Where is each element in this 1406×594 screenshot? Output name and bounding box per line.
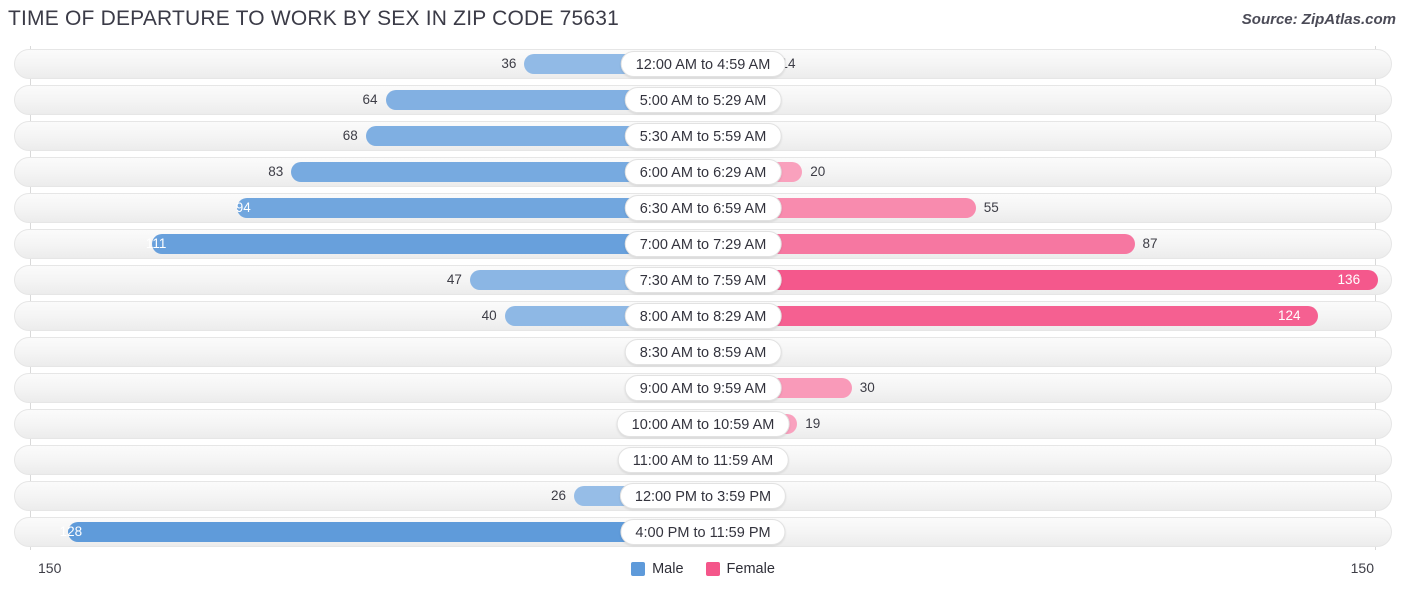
female-value-label: 136 bbox=[1337, 272, 1361, 287]
chart-row[interactable]: 6895:30 AM to 5:59 AM bbox=[0, 118, 1406, 154]
female-value-label: 87 bbox=[1142, 236, 1158, 251]
legend-label-male: Male bbox=[652, 561, 684, 577]
chart-row[interactable]: 111 87 7:00 AM to 7:29 AM bbox=[0, 226, 1406, 262]
page-title: TIME OF DEPARTURE TO WORK BY SEX IN ZIP … bbox=[8, 7, 619, 30]
female-bar[interactable] bbox=[703, 306, 1319, 326]
chart-row[interactable]: 12824:00 PM to 11:59 PM bbox=[0, 514, 1406, 550]
category-label: 12:00 PM to 3:59 PM bbox=[619, 483, 787, 509]
category-label: 12:00 AM to 4:59 AM bbox=[620, 51, 786, 77]
chart-row[interactable]: 40 124 8:00 AM to 8:29 AM bbox=[0, 298, 1406, 334]
male-value-label: 111 bbox=[145, 236, 167, 251]
chart-legend: Male Female bbox=[0, 561, 1406, 577]
male-value-label: 128 bbox=[59, 524, 83, 539]
diverging-bar-chart: 361412:00 AM to 4:59 AM6405:00 AM to 5:2… bbox=[0, 46, 1406, 550]
category-label: 7:30 AM to 7:59 AM bbox=[624, 267, 782, 293]
male-value-label: 40 bbox=[481, 308, 497, 323]
chart-row[interactable]: 6405:00 AM to 5:29 AM bbox=[0, 82, 1406, 118]
category-label: 8:30 AM to 8:59 AM bbox=[624, 339, 782, 365]
male-value-label: 68 bbox=[342, 128, 358, 143]
chart-row[interactable]: 83 20 6:00 AM to 6:29 AM bbox=[0, 154, 1406, 190]
legend-label-female: Female bbox=[726, 561, 775, 577]
male-value-label: 94 bbox=[235, 200, 251, 215]
chart-row[interactable]: 068:30 AM to 8:59 AM bbox=[0, 334, 1406, 370]
category-label: 8:00 AM to 8:29 AM bbox=[624, 303, 782, 329]
chart-row[interactable]: 01910:00 AM to 10:59 AM bbox=[0, 406, 1406, 442]
male-bar[interactable] bbox=[152, 234, 703, 254]
male-value-label: 26 bbox=[551, 488, 567, 503]
female-value-label: 20 bbox=[810, 164, 826, 179]
category-label: 5:00 AM to 5:29 AM bbox=[624, 87, 782, 113]
female-color-swatch bbox=[705, 562, 720, 576]
female-bar-container bbox=[703, 270, 1378, 290]
female-value-label: 19 bbox=[805, 416, 821, 431]
category-label: 4:00 PM to 11:59 PM bbox=[620, 519, 786, 545]
legend-item-male[interactable]: Male bbox=[631, 561, 684, 577]
female-value-label: 30 bbox=[859, 380, 875, 395]
male-bar-container bbox=[68, 522, 703, 542]
legend-item-female[interactable]: Female bbox=[705, 561, 775, 577]
category-label: 6:30 AM to 6:59 AM bbox=[624, 195, 782, 221]
chart-row[interactable]: 0011:00 AM to 11:59 AM bbox=[0, 442, 1406, 478]
category-label: 11:00 AM to 11:59 AM bbox=[617, 447, 789, 473]
chart-header: TIME OF DEPARTURE TO WORK BY SEX IN ZIP … bbox=[0, 0, 1406, 46]
female-bar[interactable] bbox=[703, 270, 1378, 290]
chart-row[interactable]: 47 136 7:30 AM to 7:59 AM bbox=[0, 262, 1406, 298]
category-label: 7:00 AM to 7:29 AM bbox=[624, 231, 782, 257]
chart-row[interactable]: 261212:00 PM to 3:59 PM bbox=[0, 478, 1406, 514]
male-bar-container bbox=[152, 234, 703, 254]
male-value-label: 83 bbox=[268, 164, 284, 179]
male-value-label: 36 bbox=[501, 56, 517, 71]
chart-row[interactable]: 36 14 12:00 AM to 4:59 AM bbox=[0, 46, 1406, 82]
category-label: 10:00 AM to 10:59 AM bbox=[616, 411, 790, 437]
chart-row[interactable]: 0309:00 AM to 9:59 AM bbox=[0, 370, 1406, 406]
female-value-label: 124 bbox=[1278, 308, 1301, 323]
male-value-label: 47 bbox=[446, 272, 462, 287]
chart-page: TIME OF DEPARTURE TO WORK BY SEX IN ZIP … bbox=[0, 0, 1406, 594]
source-attribution: Source: ZipAtlas.com bbox=[1241, 11, 1396, 28]
category-label: 6:00 AM to 6:29 AM bbox=[624, 159, 782, 185]
male-value-label: 64 bbox=[362, 92, 378, 107]
male-bar[interactable] bbox=[68, 522, 703, 542]
category-label: 9:00 AM to 9:59 AM bbox=[624, 375, 782, 401]
chart-row[interactable]: 94 55 6:30 AM to 6:59 AM bbox=[0, 190, 1406, 226]
female-bar-container bbox=[703, 306, 1319, 326]
chart-footer: 150 150 Male Female bbox=[0, 552, 1406, 594]
female-value-label: 55 bbox=[983, 200, 999, 215]
male-color-swatch bbox=[631, 562, 646, 576]
category-label: 5:30 AM to 5:59 AM bbox=[624, 123, 782, 149]
